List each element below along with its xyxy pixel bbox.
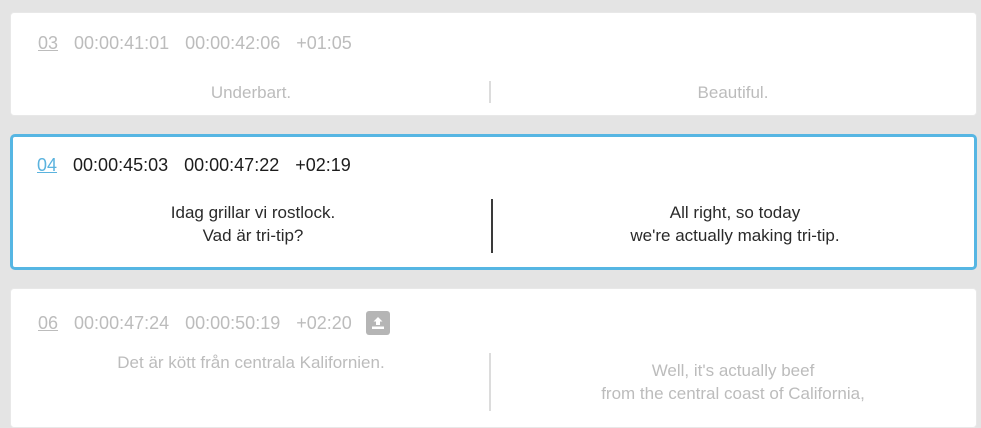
source-line: Det är kött från centrala Kalifornien. <box>117 353 385 372</box>
duration: +01:05 <box>296 33 352 53</box>
subtitle-number-link[interactable]: 06 <box>38 313 58 334</box>
source-line: Vad är tri-tip? <box>202 226 304 245</box>
source-line: Underbart. <box>210 83 292 102</box>
duration: +02:19 <box>295 155 351 175</box>
timecode-in: 00:00:41:01 <box>74 33 170 53</box>
timecode-out: 00:00:50:19 <box>185 312 281 333</box>
column-divider <box>491 199 493 253</box>
source-text[interactable]: Idag grillar vi rostlock. Vad är tri-tip… <box>33 201 473 247</box>
duration: +02:20 <box>296 312 352 333</box>
target-text[interactable]: Beautiful. <box>513 81 953 104</box>
target-line: from the central coast of California, <box>601 384 865 403</box>
column-divider <box>489 81 491 103</box>
subtitle-number-link[interactable]: 04 <box>37 155 57 176</box>
source-text[interactable]: Det är kött från centrala Kalifornien. <box>31 351 471 374</box>
target-text[interactable]: All right, so today we're actually makin… <box>515 201 955 247</box>
subtitle-header: 04 00:00:45:03 00:00:47:22 +02:19 <box>37 155 367 176</box>
target-text[interactable]: Well, it's actually beef from the centra… <box>513 359 953 405</box>
upload-icon-glyph <box>371 317 384 329</box>
subtitle-card-03[interactable]: 03 00:00:41:01 00:00:42:06 +01:05 Underb… <box>10 12 977 116</box>
subtitle-number-link[interactable]: 03 <box>38 33 58 54</box>
timecode-in: 00:00:45:03 <box>73 155 169 175</box>
subtitle-card-06[interactable]: 06 00:00:47:24 00:00:50:19 +02:20 Det är… <box>10 288 977 428</box>
column-divider <box>489 353 491 411</box>
target-line: we're actually making tri-tip. <box>630 226 840 245</box>
target-line: All right, so today <box>669 203 801 222</box>
subtitle-header: 03 00:00:41:01 00:00:42:06 +01:05 <box>38 33 368 54</box>
target-line: Beautiful. <box>697 83 769 102</box>
source-text[interactable]: Underbart. <box>31 81 471 104</box>
timecode-out: 00:00:42:06 <box>185 33 281 53</box>
subtitle-card-04[interactable]: 04 00:00:45:03 00:00:47:22 +02:19 Idag g… <box>10 134 977 270</box>
timecode-out: 00:00:47:22 <box>184 155 280 175</box>
source-line: Idag grillar vi rostlock. <box>170 203 336 222</box>
target-line: Well, it's actually beef <box>651 361 815 380</box>
timecode-in: 00:00:47:24 <box>74 312 170 333</box>
subtitle-header: 06 00:00:47:24 00:00:50:19 +02:20 <box>38 311 390 335</box>
upload-icon[interactable] <box>365 311 390 335</box>
